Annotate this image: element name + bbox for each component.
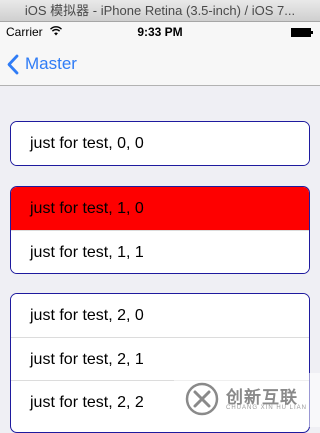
status-bar: Carrier 9:33 PM (0, 22, 320, 42)
window-title: iOS 模拟器 - iPhone Retina (3.5-inch) / iOS… (24, 3, 296, 18)
watermark: 创新互联 CHUANG XIN HU LIAN (174, 373, 320, 427)
simulator-title-bar: iOS 模拟器 - iPhone Retina (3.5-inch) / iOS… (0, 0, 320, 22)
table-section-0: just for test, 0, 0 (10, 121, 310, 166)
chevron-left-icon (7, 54, 19, 74)
navigation-bar: Master (0, 42, 320, 86)
table-section-1: just for test, 1, 0 just for test, 1, 1 (10, 186, 310, 274)
battery-icon (291, 28, 313, 37)
table-row[interactable]: just for test, 2, 0 (11, 294, 309, 337)
watermark-subtitle: CHUANG XIN HU LIAN (226, 405, 308, 411)
table-row[interactable]: just for test, 1, 1 (11, 230, 309, 273)
back-button[interactable]: Master (6, 52, 77, 76)
back-button-label: Master (25, 54, 77, 73)
watermark-logo-icon (185, 382, 219, 416)
clock: 9:33 PM (137, 25, 183, 39)
table-row[interactable]: just for test, 0, 0 (11, 122, 309, 165)
table-row-selected[interactable]: just for test, 1, 0 (11, 187, 309, 230)
